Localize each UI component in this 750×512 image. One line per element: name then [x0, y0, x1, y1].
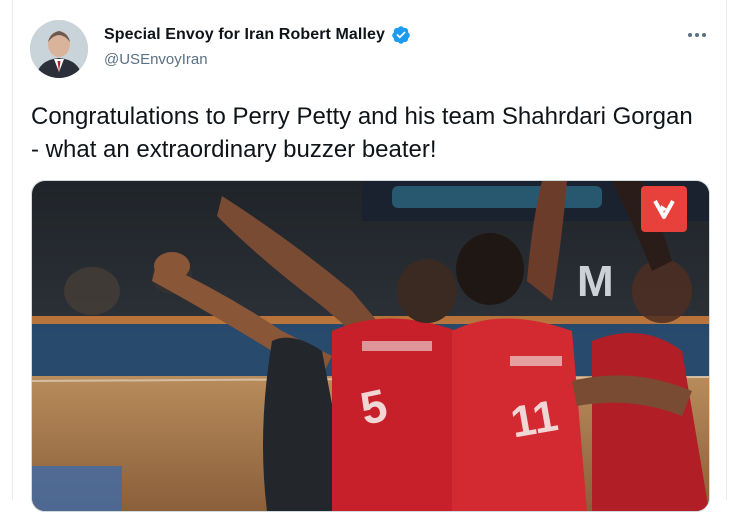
more-options-icon[interactable] [684, 22, 710, 48]
avatar[interactable] [30, 20, 88, 78]
verified-badge-icon [391, 25, 411, 45]
avatar-image [30, 20, 88, 78]
svg-text:11: 11 [507, 391, 561, 447]
tweet-text: Congratulations to Perry Petty and his t… [31, 103, 693, 163]
display-name[interactable]: Special Envoy for Iran Robert Malley [104, 26, 385, 44]
divider-left [12, 0, 13, 500]
video-media[interactable]: M 5 11 [31, 180, 710, 512]
author-row: Special Envoy for Iran Robert Malley [104, 25, 411, 45]
divider-right [726, 0, 727, 500]
svg-text:M: M [577, 257, 614, 306]
broadcaster-logo-icon [641, 186, 687, 232]
tweet-card[interactable]: Special Envoy for Iran Robert Malley @US… [0, 0, 750, 512]
handle[interactable]: @USEnvoyIran [104, 51, 208, 68]
video-frame: M 5 11 [32, 181, 709, 511]
